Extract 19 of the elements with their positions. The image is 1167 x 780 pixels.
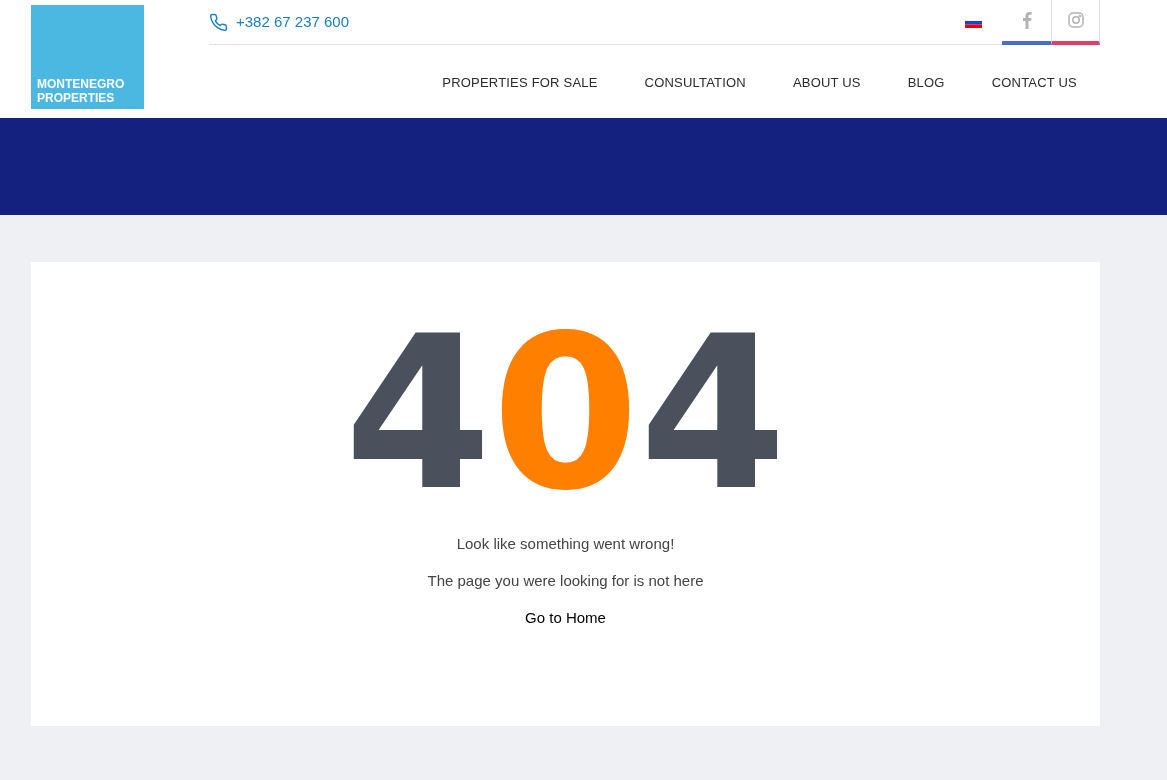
error-digit: 4 bbox=[344, 308, 492, 520]
facebook-icon bbox=[1021, 11, 1032, 29]
nav-link[interactable]: CONTACT US bbox=[991, 73, 1077, 93]
russian-flag-icon[interactable] bbox=[965, 16, 982, 28]
error-digit: 0 bbox=[491, 308, 640, 520]
home-link[interactable]: Go to Home bbox=[525, 608, 606, 628]
instagram-button[interactable] bbox=[1051, 0, 1100, 45]
nav-link[interactable]: CONSULTATION bbox=[644, 73, 746, 93]
error-message: The page you were looking for is not here bbox=[427, 571, 704, 591]
nav-link[interactable]: PROPERTIES FOR SALE bbox=[442, 73, 598, 93]
nav-link[interactable]: BLOG bbox=[907, 73, 945, 93]
logo-text: PROPERTIES bbox=[37, 91, 116, 105]
logo-text: MONTENEGRO bbox=[37, 77, 126, 91]
error-digit: 4 bbox=[639, 308, 787, 520]
phone-link[interactable]: +382 67 237 600 bbox=[236, 10, 350, 34]
instagram-icon bbox=[1067, 12, 1084, 28]
nav-link[interactable]: ABOUT US bbox=[792, 73, 861, 93]
error-message: Look like something went wrong! bbox=[456, 534, 675, 554]
phone-icon bbox=[209, 12, 228, 32]
